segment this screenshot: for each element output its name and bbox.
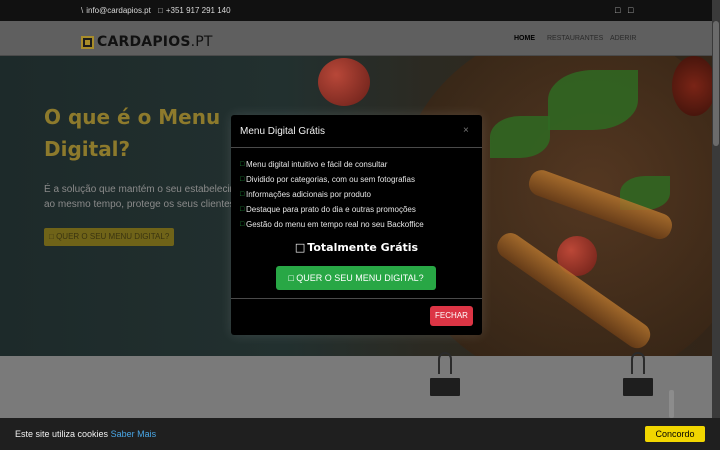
cookie-message: Este site utiliza cookies Saber Mais — [15, 429, 157, 439]
brand-name: CARDAPIOS.PT — [97, 34, 213, 50]
modal-header: Menu Digital Grátis × — [231, 115, 482, 148]
menu-icon: □ — [288, 273, 294, 283]
close-icon[interactable]: × — [463, 125, 469, 136]
check-icon: □ — [240, 191, 245, 198]
facebook-icon[interactable]: □ — [615, 5, 620, 15]
instagram-icon[interactable]: □ — [628, 5, 633, 15]
menu-icon: □ — [49, 232, 54, 241]
envelope-icon: \ — [81, 6, 84, 15]
phone-icon: □ — [158, 6, 163, 15]
cookie-banner: Este site utiliza cookies Saber Mais Con… — [0, 418, 720, 450]
binder-clip-image — [430, 352, 460, 396]
list-item: □ Gestão do menu em tempo real no seu Bac… — [240, 220, 424, 229]
concordo-button[interactable]: Concordo — [645, 426, 705, 442]
contact-email[interactable]: \ info@cardapios.pt — [81, 6, 151, 15]
hero-description: É a solução que mantém o seu estabelecim… — [44, 184, 239, 210]
list-item: □ Dividido por categorias, com ou sem fot… — [240, 175, 415, 184]
list-item: □ Destaque para prato do dia e outras pro… — [240, 205, 416, 214]
hero-title: O que é o Menu Digital? — [44, 105, 221, 161]
contact-phone-text: +351 917 291 140 — [165, 6, 231, 15]
gift-icon: □ — [294, 241, 306, 254]
logo-icon — [81, 35, 94, 49]
brand-logo[interactable]: CARDAPIOS.PT — [81, 34, 213, 50]
saber-mais-link[interactable]: Saber Mais — [111, 429, 157, 439]
binder-clip-image — [623, 352, 653, 396]
sauce-bowl-image — [672, 56, 712, 116]
scroll-indicator — [669, 390, 674, 418]
nav-item-aderir[interactable]: ADERIR — [610, 35, 636, 42]
herb-leaf-image — [548, 70, 638, 130]
modal-title: Menu Digital Grátis — [240, 126, 326, 137]
check-icon: □ — [240, 176, 245, 183]
fechar-button[interactable]: FECHAR — [430, 306, 473, 326]
check-icon: □ — [240, 161, 245, 168]
lower-section — [0, 356, 712, 418]
herb-leaf-image — [490, 116, 550, 158]
menu-digital-modal: Menu Digital Grátis × □ Menu digital intu… — [231, 115, 482, 335]
nav-item-restaurantes[interactable]: RESTAURANTES — [547, 35, 603, 42]
modal-footer-divider — [231, 298, 482, 299]
list-item: □ Informações adicionais por produto — [240, 190, 371, 199]
feature-list: □ Menu digital intuitivo e fácil de consu… — [240, 157, 424, 232]
top-contact-bar: \ info@cardapios.pt □ +351 917 291 140 □… — [0, 0, 720, 21]
hero-cta-button[interactable]: □ QUER O SEU MENU DIGITAL? — [44, 228, 175, 246]
free-label: □ Totalmente Grátis — [294, 241, 419, 254]
main-navbar: CARDAPIOS.PT HOME RESTAURANTES ADERIR — [0, 21, 712, 56]
contact-phone[interactable]: □ +351 917 291 140 — [158, 6, 231, 15]
tomato-image — [318, 58, 370, 106]
scrollbar-thumb[interactable] — [713, 21, 719, 146]
page-scrollbar[interactable] — [712, 0, 720, 418]
check-icon: □ — [240, 206, 245, 213]
nav-item-home[interactable]: HOME — [514, 35, 535, 42]
check-icon: □ — [240, 221, 245, 228]
list-item: □ Menu digital intuitivo e fácil de consu… — [240, 160, 388, 169]
modal-cta-button[interactable]: □ QUER O SEU MENU DIGITAL? — [276, 266, 436, 290]
contact-email-text: info@cardapios.pt — [86, 6, 151, 15]
